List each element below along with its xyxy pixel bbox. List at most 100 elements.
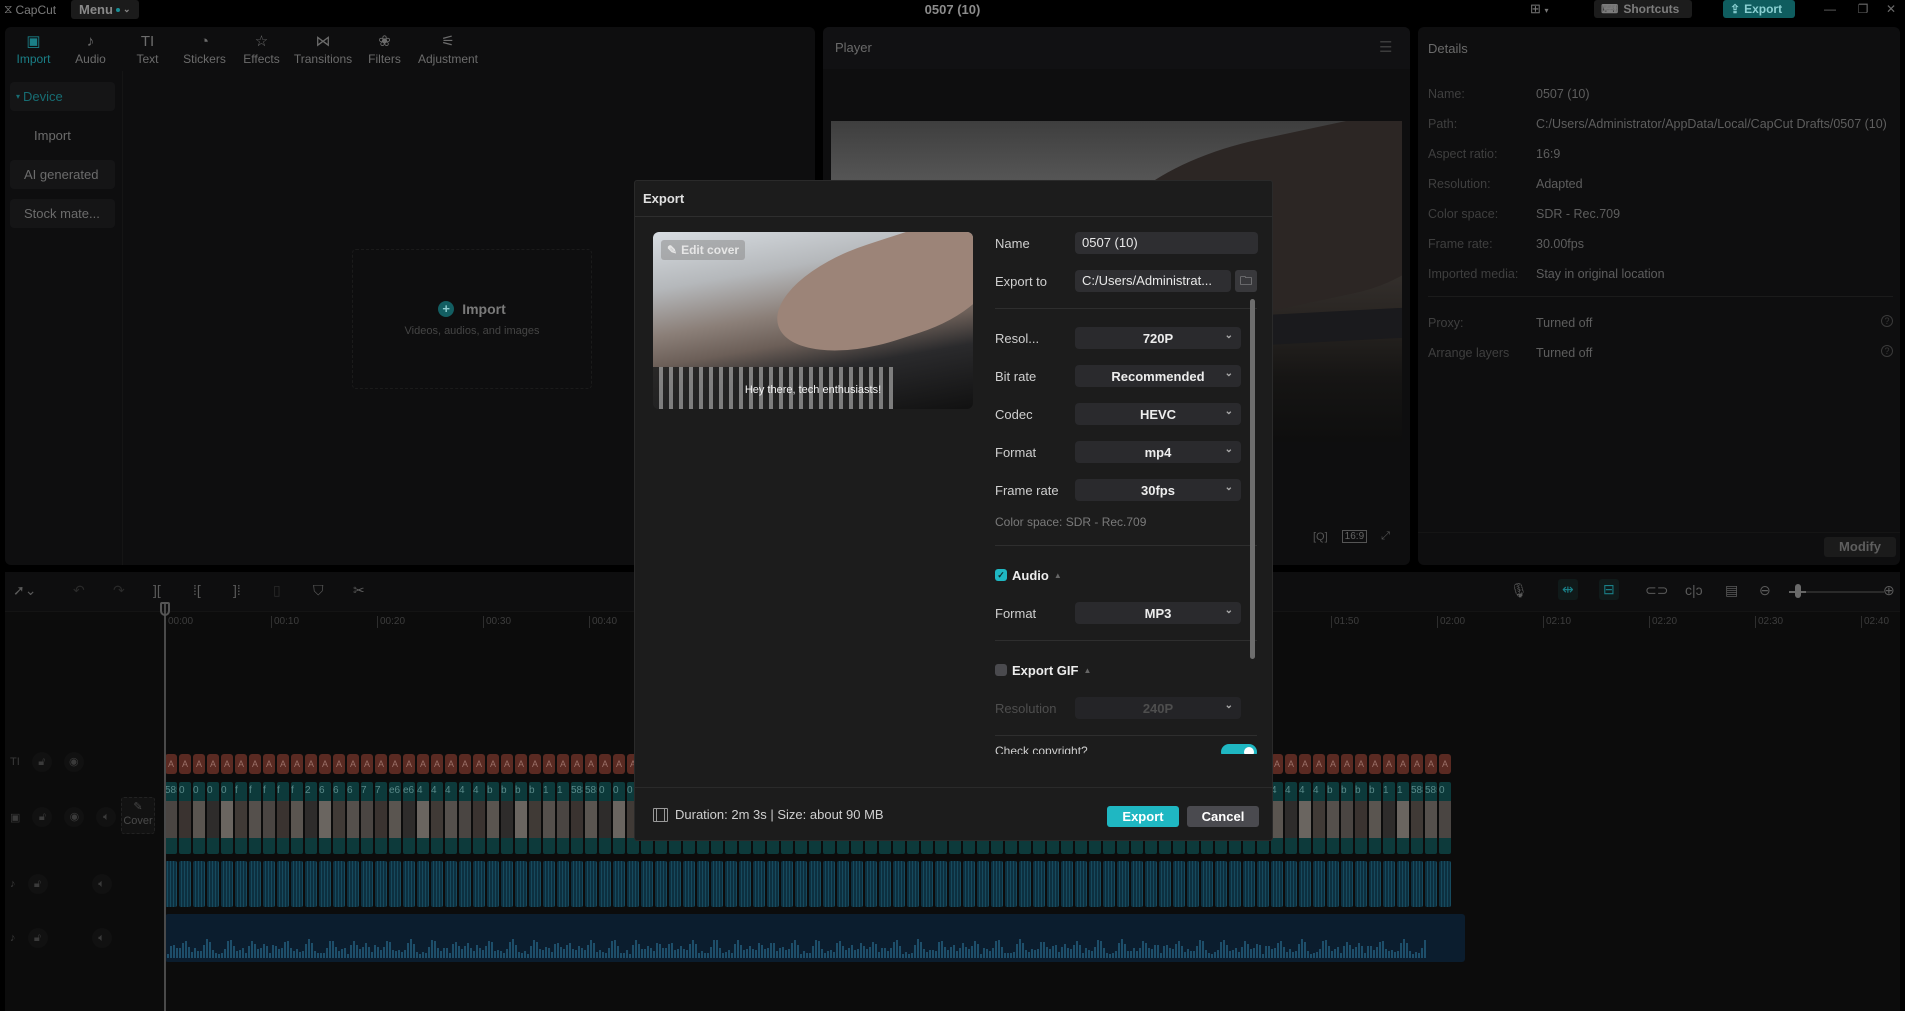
video-clip[interactable]: 4 — [1285, 782, 1297, 854]
video-clip[interactable]: 1 — [1383, 782, 1395, 854]
tab-stickers[interactable]: ◔ Stickers — [176, 27, 233, 71]
audio-clip[interactable] — [235, 861, 247, 907]
video-clip[interactable]: 2 — [305, 782, 317, 854]
text-clip[interactable]: A — [179, 754, 191, 774]
video-clip[interactable]: b — [501, 782, 513, 854]
text-clip[interactable]: A — [585, 754, 597, 774]
text-clip[interactable]: A — [473, 754, 485, 774]
video-clip[interactable]: 585 — [585, 782, 597, 854]
text-clip[interactable]: A — [333, 754, 345, 774]
video-clip[interactable]: 0 — [193, 782, 205, 854]
text-clip[interactable]: A — [1439, 754, 1451, 774]
audio-clip[interactable] — [1173, 861, 1185, 907]
text-clip[interactable]: A — [1425, 754, 1437, 774]
tab-transitions[interactable]: ⋈ Transitions — [290, 27, 356, 71]
text-clip[interactable]: A — [557, 754, 569, 774]
audio-clip[interactable] — [1383, 861, 1395, 907]
lock-icon[interactable]: 🔓︎ — [32, 807, 53, 827]
audio-clip[interactable] — [655, 861, 667, 907]
text-clip[interactable]: A — [403, 754, 415, 774]
select-tool-icon[interactable]: ➚⌄ — [13, 582, 36, 599]
lock-icon[interactable]: 🔓︎ — [31, 752, 52, 772]
audio-clip[interactable] — [1201, 861, 1213, 907]
text-clip[interactable]: A — [389, 754, 401, 774]
audio-clip[interactable] — [907, 861, 919, 907]
audio-clip[interactable] — [347, 861, 359, 907]
audio-clip[interactable] — [165, 861, 177, 907]
audio-clip[interactable] — [781, 861, 793, 907]
video-clip[interactable]: 588 — [571, 782, 583, 854]
tab-import[interactable]: ▣ Import — [5, 27, 62, 71]
audio-clip[interactable] — [599, 861, 611, 907]
audio-clip[interactable] — [1411, 861, 1423, 907]
audio-clip[interactable] — [963, 861, 975, 907]
audio-clip[interactable] — [1131, 861, 1143, 907]
video-clip[interactable]: 0 — [207, 782, 219, 854]
audio-clip[interactable] — [949, 861, 961, 907]
audio-clip[interactable] — [445, 861, 457, 907]
copyright-toggle[interactable] — [1221, 744, 1257, 754]
cancel-button[interactable]: Cancel — [1187, 806, 1259, 827]
audio-clip[interactable] — [697, 861, 709, 907]
audio-clip[interactable] — [431, 861, 443, 907]
audio-clip[interactable] — [249, 861, 261, 907]
video-clip[interactable]: 0 — [221, 782, 233, 854]
text-clip[interactable]: A — [207, 754, 219, 774]
audio-track-2[interactable] — [165, 914, 1465, 962]
audio-clip[interactable] — [375, 861, 387, 907]
lock-icon[interactable]: 🔓︎ — [27, 874, 48, 894]
video-clip[interactable]: b — [529, 782, 541, 854]
audio-clip[interactable] — [669, 861, 681, 907]
text-clip[interactable]: A — [501, 754, 513, 774]
audio-clip[interactable] — [725, 861, 737, 907]
split-left-icon[interactable]: ⁞[ — [193, 582, 201, 598]
text-clip[interactable]: A — [543, 754, 555, 774]
microphone-icon[interactable]: 🎙 — [1510, 582, 1528, 599]
text-clip[interactable]: A — [431, 754, 443, 774]
text-clip[interactable]: A — [1383, 754, 1395, 774]
text-clip[interactable]: A — [417, 754, 429, 774]
speaker-icon[interactable]: 🔈︎ — [91, 928, 112, 948]
undo-icon[interactable]: ↶ — [73, 582, 85, 599]
audio-clip[interactable] — [921, 861, 933, 907]
import-dropzone[interactable]: + Import Videos, audios, and images — [352, 249, 592, 389]
video-clip[interactable]: 6 — [319, 782, 331, 854]
tab-effects[interactable]: ☆ Effects — [233, 27, 290, 71]
audio-clip[interactable] — [613, 861, 625, 907]
text-clip[interactable]: A — [235, 754, 247, 774]
audio-clip[interactable] — [627, 861, 639, 907]
audio-clip[interactable] — [1075, 861, 1087, 907]
audio-clip[interactable] — [795, 861, 807, 907]
video-clip[interactable]: 6 — [333, 782, 345, 854]
audio-format-select[interactable]: MP3 ⌄ — [1075, 602, 1241, 624]
zoom-slider-handle[interactable] — [1795, 584, 1801, 598]
audio-clip[interactable] — [977, 861, 989, 907]
audio-clip[interactable] — [1327, 861, 1339, 907]
audio-clip[interactable] — [277, 861, 289, 907]
audio-clip[interactable] — [221, 861, 233, 907]
playhead-handle[interactable] — [160, 602, 170, 616]
video-clip[interactable]: b — [1341, 782, 1353, 854]
text-clip[interactable]: A — [347, 754, 359, 774]
video-clip[interactable]: b — [487, 782, 499, 854]
audio-clip[interactable] — [1215, 861, 1227, 907]
bitrate-select[interactable]: Recommended ⌄ — [1075, 365, 1241, 387]
restore-button[interactable]: ❐ — [1848, 0, 1878, 18]
video-clip[interactable]: f — [263, 782, 275, 854]
video-clip[interactable]: f — [249, 782, 261, 854]
audio-clip[interactable] — [417, 861, 429, 907]
video-clip[interactable]: 6 — [347, 782, 359, 854]
text-clip[interactable]: A — [1313, 754, 1325, 774]
audio-split-icon[interactable]: ✂ — [353, 582, 365, 599]
video-clip[interactable]: 588 — [1411, 782, 1423, 854]
timeline-zoom-slider[interactable] — [1789, 591, 1884, 593]
audio-clip[interactable] — [1117, 861, 1129, 907]
menu-button[interactable]: Menu ⌄ — [71, 0, 139, 19]
audio-clip[interactable] — [193, 861, 205, 907]
delete-icon[interactable]: ▯ — [273, 582, 281, 599]
audio-clip[interactable] — [557, 861, 569, 907]
video-clip[interactable]: 0 — [1439, 782, 1451, 854]
text-clip[interactable]: A — [249, 754, 261, 774]
audio-clip[interactable] — [1089, 861, 1101, 907]
video-clip[interactable]: 4 — [473, 782, 485, 854]
